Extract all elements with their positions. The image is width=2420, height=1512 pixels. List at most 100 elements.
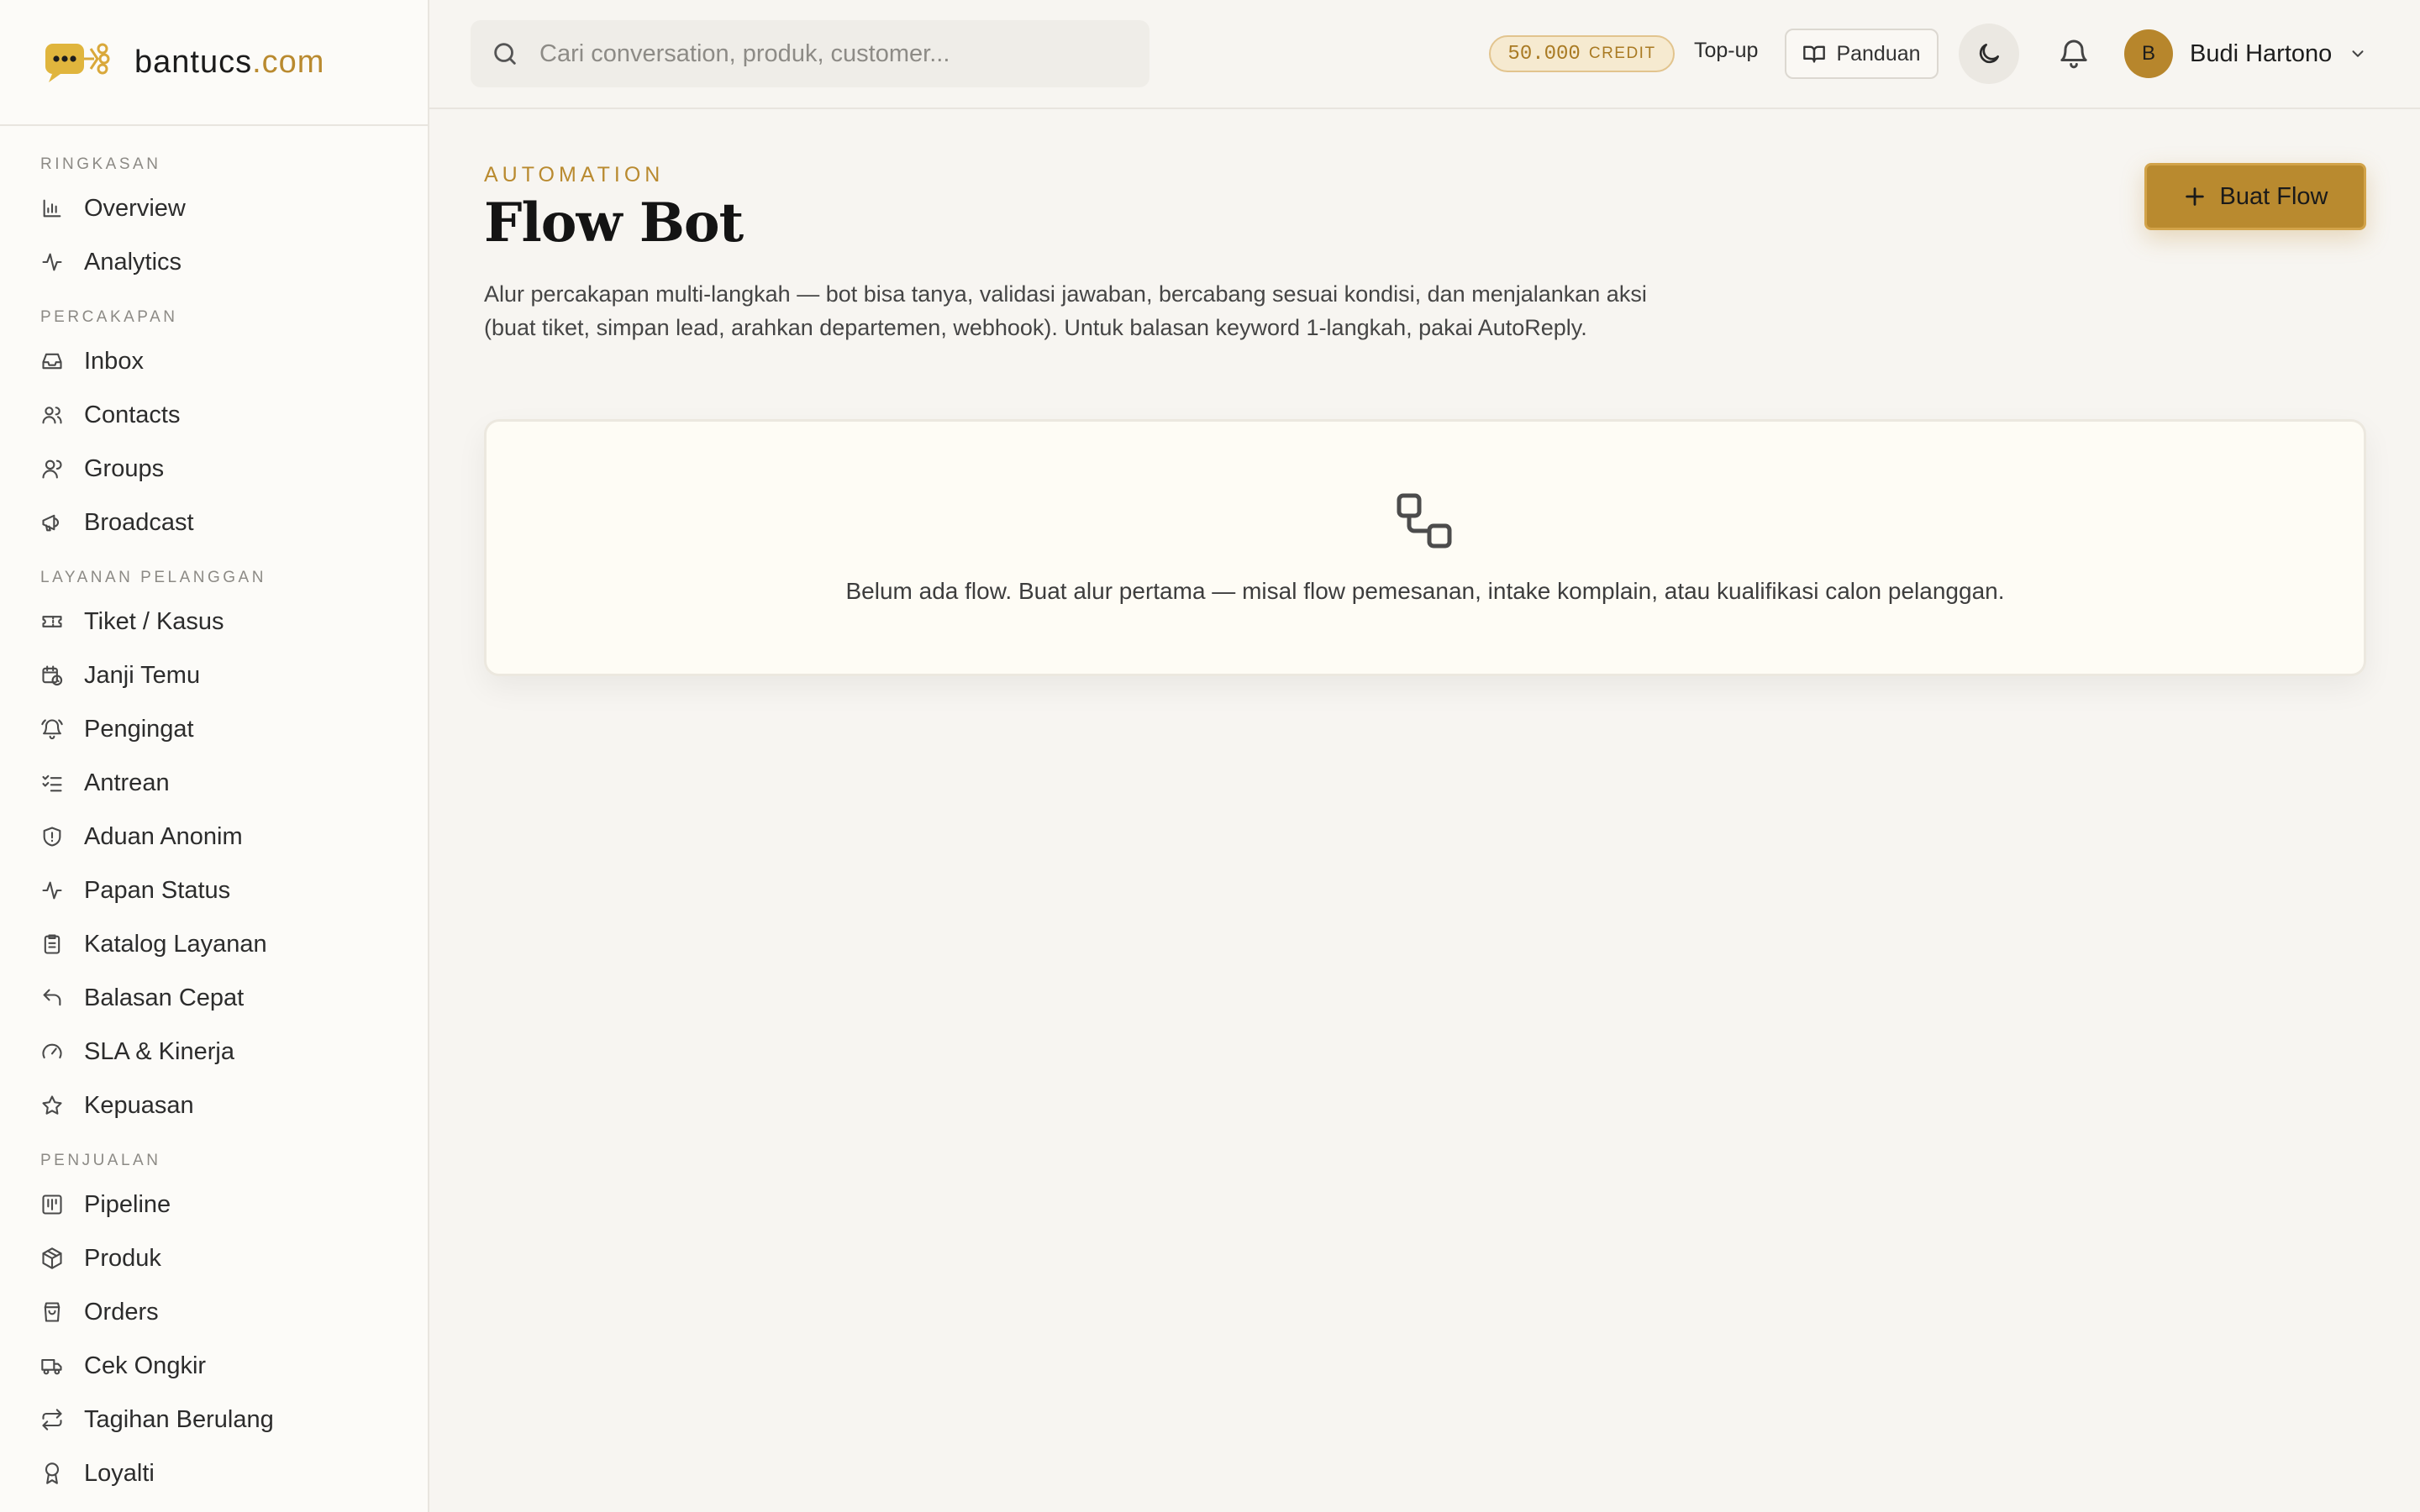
- sidebar-item-sla-and-kinerja[interactable]: SLA & Kinerja: [0, 1025, 428, 1079]
- book-open-icon: [1802, 42, 1826, 66]
- sidebar-nav: RINGKASAN Overview Analytics PERCAKAPAN Inbo…: [0, 126, 428, 1500]
- sidebar-item-contacts[interactable]: Contacts: [0, 388, 428, 442]
- page-eyebrow: AUTOMATION: [484, 163, 665, 186]
- user-group-icon: [40, 457, 64, 480]
- inbox-icon: [40, 349, 64, 373]
- search-bar[interactable]: [471, 20, 1150, 87]
- sidebar-item-label: Broadcast: [84, 508, 194, 536]
- sidebar-section-ringkasan: RINGKASAN: [40, 155, 161, 173]
- topbar: 50.000 CREDIT Top-up Panduan B Budi Hart…: [429, 0, 2420, 109]
- sidebar-item-label: Aduan Anonim: [84, 822, 243, 850]
- sidebar-item-papan-status[interactable]: Papan Status: [0, 864, 428, 917]
- sidebar-item-pengingat[interactable]: Pengingat: [0, 702, 428, 756]
- bar-chart-icon: [40, 197, 64, 220]
- star-icon: [40, 1094, 64, 1117]
- shield-alert-icon: [40, 825, 64, 848]
- sidebar-item-tiket-kasus[interactable]: Tiket / Kasus: [0, 595, 428, 648]
- sidebar-item-label: Produk: [84, 1244, 161, 1272]
- sidebar-item-label: Antrean: [84, 769, 170, 796]
- sidebar-item-orders[interactable]: Orders: [0, 1285, 428, 1339]
- search-icon: [491, 39, 519, 68]
- sidebar-item-label: Cek Ongkir: [84, 1352, 207, 1379]
- sidebar-item-label: Analytics: [84, 248, 182, 276]
- bell-ring-icon: [40, 717, 64, 741]
- empty-state-card: Belum ada flow. Buat alur pertama — misa…: [484, 419, 2366, 676]
- sidebar-item-label: Orders: [84, 1298, 159, 1326]
- sidebar-item-label: Loyalti: [84, 1459, 155, 1487]
- sidebar-item-label: SLA & Kinerja: [84, 1037, 234, 1065]
- list-checks-icon: [40, 771, 64, 795]
- create-flow-button[interactable]: Buat Flow: [2144, 163, 2366, 230]
- empty-state-text: Belum ada flow. Buat alur pertama — misa…: [845, 578, 2005, 604]
- award-icon: [40, 1462, 64, 1485]
- sidebar-item-antrean[interactable]: Antrean: [0, 756, 428, 810]
- megaphone-icon: [40, 511, 64, 534]
- brand-name: bantucs.com: [134, 44, 325, 80]
- sidebar: bantucs.com RINGKASAN Overview Analytics PE…: [0, 0, 429, 1512]
- sidebar-item-pipeline[interactable]: Pipeline: [0, 1178, 428, 1231]
- moon-icon: [1975, 40, 2002, 67]
- activity-icon: [40, 250, 64, 274]
- sidebar-item-label: Tagihan Berulang: [84, 1405, 274, 1433]
- guide-label: Panduan: [1836, 41, 1921, 66]
- sidebar-item-loyalti[interactable]: Loyalti: [0, 1446, 428, 1500]
- sidebar-item-cek-ongkir[interactable]: Cek Ongkir: [0, 1339, 428, 1393]
- sidebar-item-label: Balasan Cepat: [84, 984, 245, 1011]
- sidebar-item-label: Papan Status: [84, 876, 231, 904]
- sidebar-item-label: Contacts: [84, 401, 181, 428]
- sidebar-section-percakapan: PERCAKAPAN: [40, 308, 178, 326]
- package-icon: [40, 1247, 64, 1270]
- workflow-icon: [1396, 492, 1455, 551]
- repeat-icon: [40, 1408, 64, 1431]
- user-name: Budi Hartono: [2190, 39, 2333, 67]
- brand[interactable]: bantucs.com: [0, 0, 428, 126]
- sidebar-item-inbox[interactable]: Inbox: [0, 334, 428, 388]
- truck-icon: [40, 1354, 64, 1378]
- shopping-bag-icon: [40, 1300, 64, 1324]
- sidebar-item-janji-temu[interactable]: Janji Temu: [0, 648, 428, 702]
- sidebar-item-overview[interactable]: Overview: [0, 181, 428, 235]
- sidebar-item-label: Inbox: [84, 347, 144, 375]
- sidebar-item-aduan-anonim[interactable]: Aduan Anonim: [0, 810, 428, 864]
- gauge-icon: [40, 1040, 64, 1063]
- page-title: Flow Bot: [484, 192, 744, 255]
- create-flow-label: Buat Flow: [2219, 182, 2328, 210]
- page-description: Alur percakapan multi-langkah — bot bisa…: [484, 281, 1647, 340]
- clipboard-list-icon: [40, 932, 64, 956]
- avatar: B: [2124, 29, 2173, 78]
- calendar-clock-icon: [40, 664, 64, 687]
- sidebar-item-label: Kepuasan: [84, 1091, 194, 1119]
- guide-button[interactable]: Panduan: [1785, 29, 1939, 79]
- search-input[interactable]: [539, 39, 1111, 68]
- sidebar-item-groups[interactable]: Groups: [0, 442, 428, 496]
- sidebar-item-label: Groups: [84, 454, 165, 482]
- sidebar-item-analytics[interactable]: Analytics: [0, 235, 428, 289]
- sidebar-section-penjualan: PENJUALAN: [40, 1152, 161, 1169]
- sidebar-item-kepuasan[interactable]: Kepuasan: [0, 1079, 428, 1132]
- sidebar-section-layanan-pelanggan: LAYANAN PELANGGAN: [40, 569, 266, 586]
- sidebar-item-tagihan-berulang[interactable]: Tagihan Berulang: [0, 1393, 428, 1446]
- ticket-icon: [40, 610, 64, 633]
- plus-icon: [2183, 185, 2207, 208]
- credit-badge: 50.000 CREDIT: [1489, 35, 1675, 72]
- sidebar-item-katalog-layanan[interactable]: Katalog Layanan: [0, 917, 428, 971]
- theme-toggle-button[interactable]: [1959, 24, 2019, 84]
- credit-amount: 50.000: [1507, 42, 1581, 66]
- sidebar-item-label: Janji Temu: [84, 661, 201, 689]
- users-icon: [40, 403, 64, 427]
- sidebar-item-label: Overview: [84, 194, 186, 222]
- bell-icon[interactable]: [2057, 37, 2091, 71]
- kanban-icon: [40, 1193, 64, 1216]
- credit-label: CREDIT: [1588, 45, 1656, 62]
- user-menu[interactable]: B Budi Hartono: [2124, 25, 2367, 82]
- activity-icon: [40, 879, 64, 902]
- sidebar-item-produk[interactable]: Produk: [0, 1231, 428, 1285]
- chat-bubble-logo-icon: [42, 37, 118, 87]
- sidebar-item-broadcast[interactable]: Broadcast: [0, 496, 428, 549]
- sidebar-item-balasan-cepat[interactable]: Balasan Cepat: [0, 971, 428, 1025]
- sidebar-item-label: Pengingat: [84, 715, 194, 743]
- chevron-down-icon: [2349, 45, 2367, 63]
- reply-icon: [40, 986, 64, 1010]
- topup-link[interactable]: Top-up: [1694, 39, 1758, 63]
- sidebar-item-label: Tiket / Kasus: [84, 607, 224, 635]
